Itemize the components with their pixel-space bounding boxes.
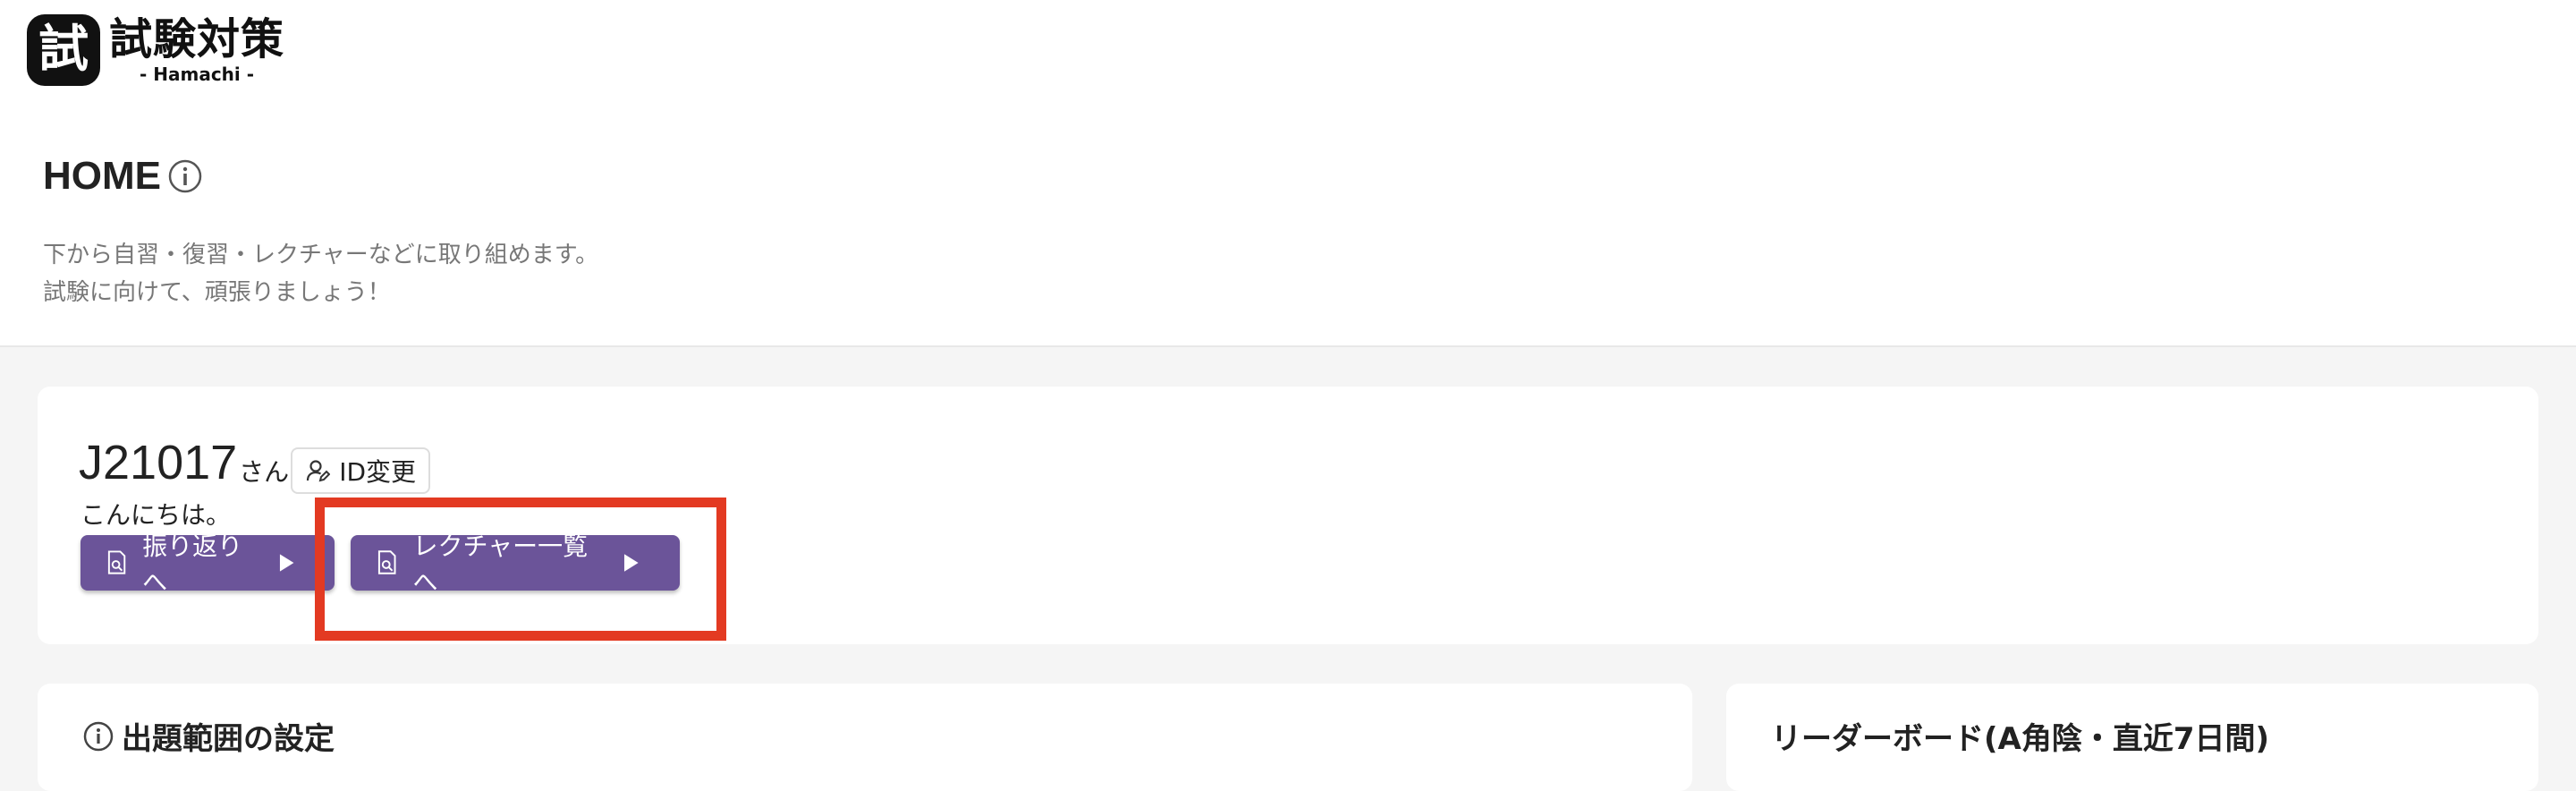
range-settings-title: 出題範囲の設定 — [122, 721, 335, 757]
leaderboard-header: リーダーボード(A角陰・直近7日間) — [1771, 714, 2269, 758]
id-change-label: ID変更 — [339, 457, 417, 487]
info-icon[interactable] — [168, 159, 202, 193]
info-icon — [83, 721, 114, 751]
page-description: 下から自習・復習・レクチャーなどに取り組めます。 試験に向けて、頑張りましょう！ — [43, 236, 598, 311]
app-logo[interactable]: 試 試験対策 - Hamachi - — [27, 14, 284, 86]
logo-subtitle: - Hamachi - — [139, 64, 255, 85]
user-suffix: さん — [239, 457, 290, 487]
user-edit-icon — [307, 460, 331, 482]
leaderboard-title: リーダーボード(A角陰・直近7日間) — [1771, 721, 2270, 757]
id-change-button[interactable]: ID変更 — [291, 447, 431, 494]
review-button[interactable]: 振り返りへ — [80, 532, 335, 597]
highlight-box — [315, 498, 726, 641]
user-id: J21017 — [79, 436, 238, 489]
logo-text: 試験対策 - Hamachi - — [109, 14, 284, 84]
description-line-2: 試験に向けて、頑張りましょう！ — [43, 279, 391, 306]
greeting: こんにちは。 — [80, 500, 232, 530]
range-settings-card: 出題範囲の設定 — [38, 684, 1692, 791]
user-row: J21017 さん ID変更 — [79, 436, 431, 494]
range-settings-header: 出題範囲の設定 — [82, 714, 335, 758]
page-title-row: HOME — [43, 154, 202, 199]
page-title: HOME — [43, 154, 161, 198]
document-search-icon — [107, 550, 126, 574]
logo-mark: 試 — [27, 14, 100, 86]
description-line-1: 下から自習・復習・レクチャーなどに取り組めます。 — [43, 242, 599, 268]
logo-title: 試験対策 — [109, 14, 285, 64]
review-label: 振り返りへ — [142, 532, 243, 597]
leaderboard-card: リーダーボード(A角陰・直近7日間) — [1726, 684, 2538, 791]
play-arrow-icon — [279, 554, 294, 572]
header-area: 試 試験対策 - Hamachi - HOME 下から自習・復習・レクチャーなど… — [0, 0, 2576, 347]
